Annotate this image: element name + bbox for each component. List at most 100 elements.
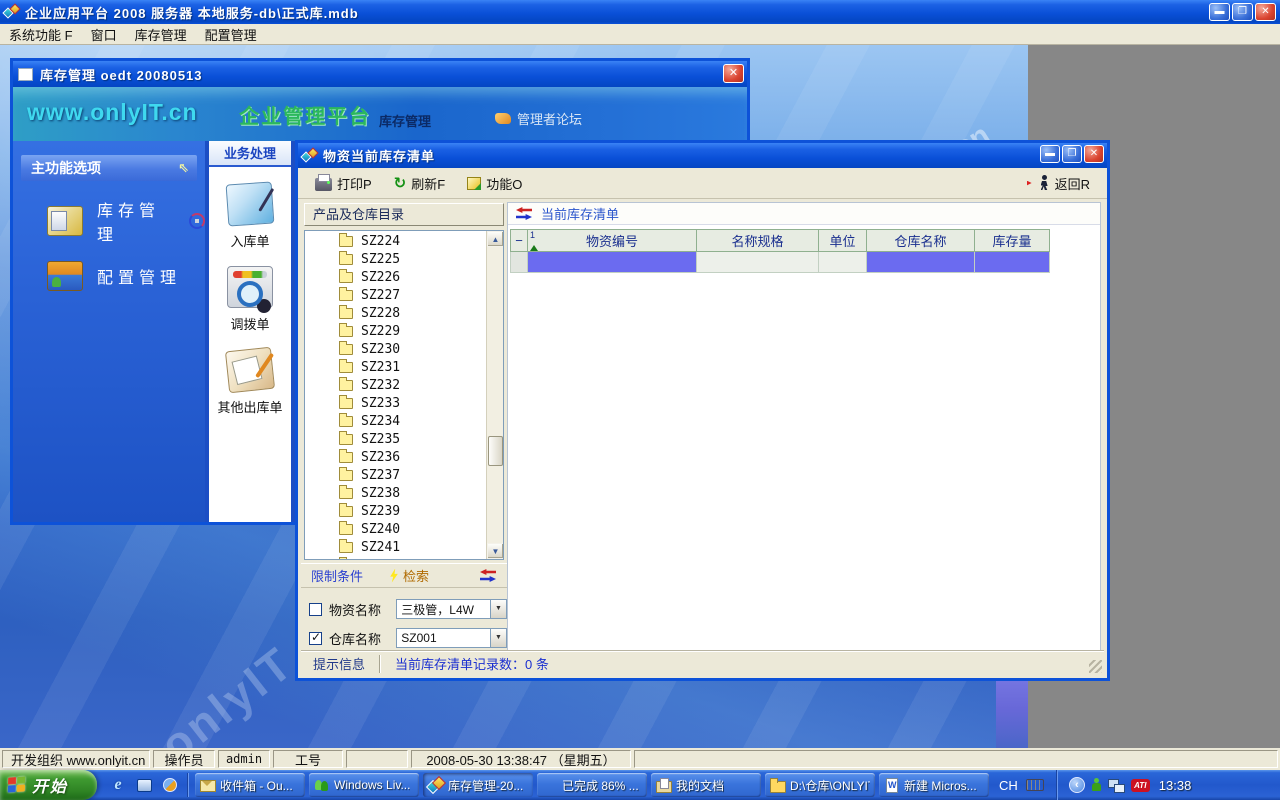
clock: 13:38 bbox=[1159, 778, 1192, 793]
close-icon[interactable]: ✕ bbox=[723, 64, 744, 83]
filter-checkbox[interactable] bbox=[309, 603, 322, 616]
show-desktop-icon[interactable] bbox=[135, 776, 153, 794]
nav-item-config[interactable]: 配置管理 bbox=[47, 261, 205, 291]
close-icon[interactable]: ✕ bbox=[1255, 3, 1276, 21]
tree-item[interactable]: SZ240 bbox=[305, 520, 486, 538]
tree-item[interactable]: SZ227 bbox=[305, 286, 486, 304]
tree-item[interactable]: SZ226 bbox=[305, 268, 486, 286]
folder-icon bbox=[339, 380, 353, 391]
column-header[interactable]: 单位 bbox=[819, 229, 867, 252]
taskbar-button[interactable]: 库存管理-20... bbox=[423, 773, 533, 797]
restore-icon[interactable]: ❐ bbox=[1232, 3, 1253, 21]
nav-panel-header: 主功能选项 ⇖ bbox=[21, 155, 197, 181]
search-button[interactable]: 检索 bbox=[389, 566, 429, 585]
chevron-down-icon[interactable]: ▼ bbox=[490, 600, 506, 618]
tree-scrollbar[interactable]: ▲ ▼ bbox=[486, 231, 503, 559]
tree-item[interactable]: SZ231 bbox=[305, 358, 486, 376]
chevron-down-icon[interactable]: ▼ bbox=[490, 629, 506, 647]
tree-item[interactable]: SZ228 bbox=[305, 304, 486, 322]
scrollbar-thumb[interactable] bbox=[488, 436, 503, 466]
return-button[interactable]: 返回R bbox=[1018, 170, 1099, 197]
walking-person-icon bbox=[1039, 175, 1050, 191]
swap-icon[interactable] bbox=[480, 569, 497, 582]
tree-item[interactable]: SZ237 bbox=[305, 466, 486, 484]
tree-item[interactable]: SZ229 bbox=[305, 322, 486, 340]
tree-item[interactable]: SZ236 bbox=[305, 448, 486, 466]
sort-ascending-icon bbox=[530, 245, 538, 251]
stock-list-dialog: 物资当前库存清单 ▬ ❐ ✕ 打印P ↻ 刷新F 功能O bbox=[295, 140, 1110, 681]
tree-item[interactable]: SZ224 bbox=[305, 232, 486, 250]
keyboard-icon[interactable] bbox=[1026, 779, 1044, 791]
action-button[interactable]: 调拨单 bbox=[209, 266, 291, 333]
filter-combobox[interactable]: SZ001 ▼ bbox=[396, 628, 507, 648]
hide-icons-icon[interactable]: ‹ bbox=[1069, 777, 1085, 793]
menu-item[interactable]: 系统功能 F bbox=[0, 23, 82, 46]
column-header[interactable]: 名称规格 bbox=[697, 229, 819, 252]
column-header[interactable]: 1 物资编号 bbox=[528, 229, 697, 252]
tree-item[interactable]: SZ225 bbox=[305, 250, 486, 268]
language-indicator[interactable]: CH bbox=[999, 778, 1018, 793]
tree-item[interactable]: SZ241 bbox=[305, 538, 486, 556]
scroll-up-icon[interactable]: ▲ bbox=[487, 231, 504, 247]
tree-item[interactable]: SZ235 bbox=[305, 430, 486, 448]
close-icon[interactable]: ✕ bbox=[1084, 145, 1104, 163]
action-button[interactable]: 入库单 bbox=[209, 183, 291, 250]
table-header-row: − 1 物资编号 名称规格 单位 仓库名称 库存量 bbox=[510, 229, 1050, 252]
language-bar[interactable]: CH bbox=[999, 778, 1044, 793]
tree-item[interactable]: SZ238 bbox=[305, 484, 486, 502]
messenger-tray-icon[interactable] bbox=[1092, 778, 1101, 792]
statusbar-spacer bbox=[634, 750, 1278, 768]
swap-icon bbox=[516, 207, 533, 220]
menu-item[interactable]: 库存管理 bbox=[126, 23, 196, 46]
taskbar-app-icon bbox=[770, 778, 785, 792]
print-button[interactable]: 打印P bbox=[306, 170, 381, 197]
refresh-icon: ↻ bbox=[394, 177, 407, 190]
ati-tray-icon[interactable]: ATI bbox=[1131, 779, 1150, 792]
menu-item[interactable]: 配置管理 bbox=[196, 23, 266, 46]
menu-item[interactable]: 窗口 bbox=[82, 23, 126, 46]
ie-icon[interactable]: e bbox=[109, 776, 127, 794]
taskbar-button[interactable]: 新建 Micros... bbox=[879, 773, 989, 797]
tree-item[interactable]: SZ242 bbox=[305, 556, 486, 560]
folder-icon bbox=[339, 434, 353, 445]
outlook-express-icon[interactable] bbox=[161, 776, 179, 794]
action-button[interactable]: 其他出库单 bbox=[209, 349, 291, 416]
tree-item[interactable]: SZ239 bbox=[305, 502, 486, 520]
filter-combobox[interactable]: 三极管，L4W ▼ bbox=[396, 599, 507, 619]
filter-checkbox[interactable] bbox=[309, 632, 322, 645]
banner: www.onlyIT.cn 企业管理平台 库存管理 管理者论坛 bbox=[13, 87, 747, 141]
start-button[interactable]: 开始 bbox=[0, 770, 97, 800]
corner-cell[interactable]: − bbox=[510, 229, 528, 252]
tab-business[interactable]: 业务处理 bbox=[209, 141, 291, 167]
resize-grip[interactable] bbox=[1089, 660, 1102, 673]
arrow-icon bbox=[1027, 181, 1032, 186]
tree-item[interactable]: SZ230 bbox=[305, 340, 486, 358]
dialog-toolbar: 打印P ↻ 刷新F 功能O 返回R bbox=[298, 168, 1107, 199]
tree-item[interactable]: SZ232 bbox=[305, 376, 486, 394]
forum-link[interactable]: 管理者论坛 bbox=[495, 109, 582, 128]
tree-item[interactable]: SZ234 bbox=[305, 412, 486, 430]
table-row[interactable] bbox=[510, 252, 1050, 273]
minimize-icon[interactable]: ▬ bbox=[1209, 3, 1230, 21]
inventory-window-titlebar: 库存管理 oedt 20080513 ✕ bbox=[13, 61, 747, 87]
column-header[interactable]: 库存量 bbox=[975, 229, 1050, 252]
scroll-down-icon[interactable]: ▼ bbox=[487, 543, 504, 559]
main-function-panel: 主功能选项 ⇖ 库存管理 配置管理 bbox=[13, 141, 205, 522]
folder-icon bbox=[339, 398, 353, 409]
website-link[interactable]: www.onlyIT.cn bbox=[27, 99, 198, 126]
taskbar-button[interactable]: 收件箱 - Ou... bbox=[195, 773, 305, 797]
tree-item[interactable]: SZ233 bbox=[305, 394, 486, 412]
column-header[interactable]: 仓库名称 bbox=[867, 229, 975, 252]
maximize-icon[interactable]: ❐ bbox=[1062, 145, 1082, 163]
taskbar-button[interactable]: 已完成 86% ... bbox=[537, 773, 647, 797]
network-tray-icon[interactable] bbox=[1108, 779, 1124, 792]
minimize-icon[interactable]: ▬ bbox=[1040, 145, 1060, 163]
taskbar-button[interactable]: Windows Liv... bbox=[309, 773, 419, 797]
taskbar-button[interactable]: D:\仓库\ONLYIT bbox=[765, 773, 875, 797]
refresh-button[interactable]: ↻ 刷新F bbox=[385, 170, 455, 197]
nav-item-inventory[interactable]: 库存管理 bbox=[47, 197, 205, 245]
taskbar-button[interactable]: 我的文档 bbox=[651, 773, 761, 797]
action-icon bbox=[225, 347, 275, 394]
function-button[interactable]: 功能O bbox=[458, 170, 531, 197]
taskbar-app-icon bbox=[314, 778, 329, 792]
